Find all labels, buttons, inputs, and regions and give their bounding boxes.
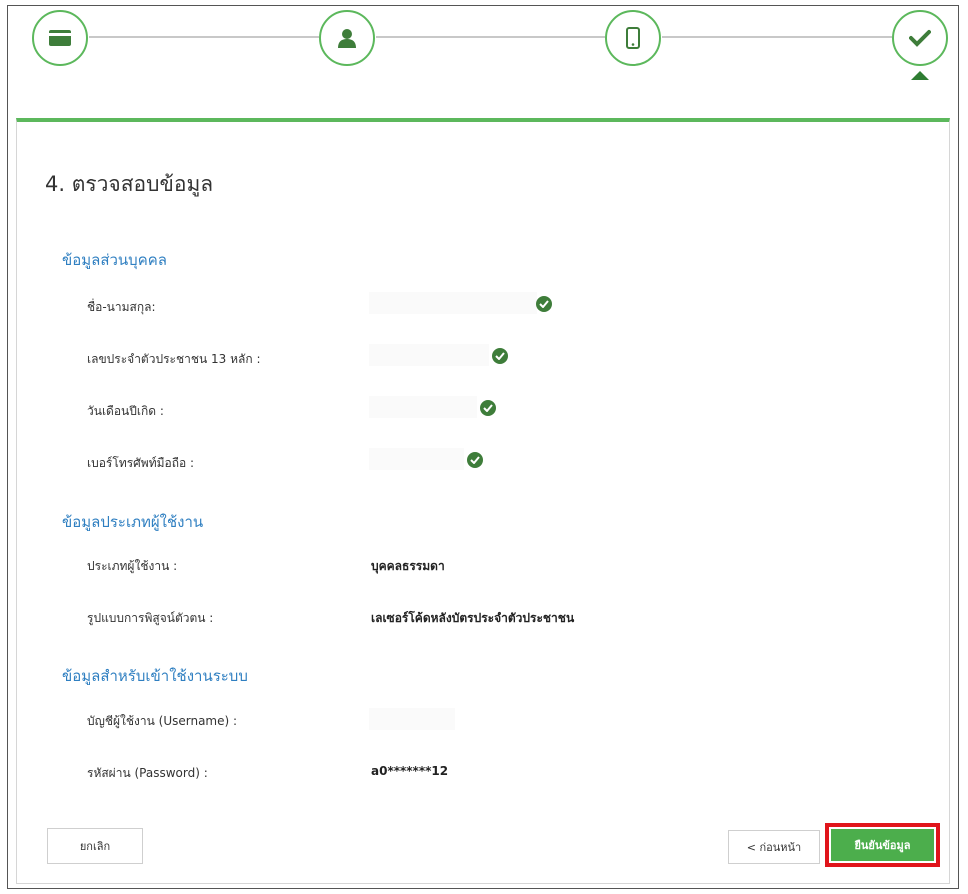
id-verified-check-icon	[492, 348, 508, 364]
mobile-phone-icon	[626, 27, 640, 49]
progress-stepper	[0, 0, 968, 115]
birth-date-label: วันเดือนปีเกิด :	[87, 404, 164, 418]
username-value-redacted	[369, 708, 455, 730]
step-1-payment	[32, 10, 88, 66]
credit-card-icon	[49, 30, 71, 46]
phone-value-redacted	[369, 448, 464, 470]
section-title-login: ข้อมูลสำหรับเข้าใช้งานระบบ	[62, 667, 248, 685]
verification-method-label: รูปแบบการพิสูจน์ตัวตน :	[87, 611, 214, 625]
phone-label: เบอร์โทรศัพท์มือถือ :	[87, 456, 195, 470]
back-button[interactable]: < ก่อนหน้า	[728, 830, 820, 864]
review-panel: 4. ตรวจสอบข้อมูล ข้อมูลส่วนบุคคล ชื่อ-นา…	[16, 118, 950, 884]
page-title: 4. ตรวจสอบข้อมูล	[45, 172, 214, 196]
user-icon	[337, 28, 357, 48]
phone-verified-check-icon	[467, 452, 483, 468]
step-connector	[376, 36, 605, 38]
section-title-personal: ข้อมูลส่วนบุคคล	[62, 251, 167, 269]
id-number-label: เลขประจำตัวประชาชน 13 หลัก :	[87, 352, 261, 366]
checkmark-icon	[909, 29, 931, 47]
step-2-personal	[319, 10, 375, 66]
step-connector	[662, 36, 892, 38]
step-3-mobile	[605, 10, 661, 66]
verification-method-value: เลเซอร์โค้ดหลังบัตรประจำตัวประชาชน	[371, 611, 575, 625]
step-connector	[89, 36, 319, 38]
username-label: บัญชีผู้ใช้งาน (Username) :	[87, 714, 238, 728]
name-value-redacted	[369, 292, 537, 314]
birth-date-verified-check-icon	[480, 400, 496, 416]
user-type-label: ประเภทผู้ใช้งาน :	[87, 559, 178, 573]
active-step-indicator	[911, 71, 929, 80]
user-type-value: บุคคลธรรมดา	[371, 559, 445, 573]
birth-date-value-redacted	[369, 396, 477, 418]
name-label: ชื่อ-นามสกุล:	[87, 300, 156, 314]
confirm-button[interactable]: ยืนยันข้อมูล	[831, 829, 934, 861]
confirm-button-highlight: ยืนยันข้อมูล	[825, 823, 940, 867]
id-number-value-redacted	[369, 344, 489, 366]
section-title-user-type: ข้อมูลประเภทผู้ใช้งาน	[62, 513, 204, 531]
password-value: a0*******12	[371, 764, 449, 778]
name-verified-check-icon	[536, 296, 552, 312]
cancel-button[interactable]: ยกเลิก	[47, 828, 143, 864]
password-label: รหัสผ่าน (Password) :	[87, 766, 208, 780]
step-4-confirm	[892, 10, 948, 66]
